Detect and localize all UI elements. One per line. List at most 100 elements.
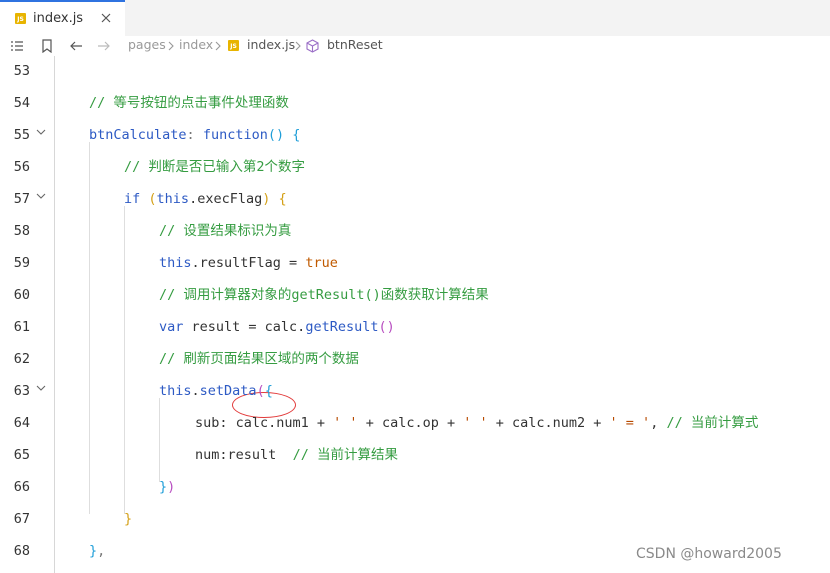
- line-number: 61: [13, 319, 30, 335]
- code-line: this.resultFlag = true: [159, 254, 338, 272]
- code-comment: // 判断是否已输入第2个数字: [124, 159, 306, 175]
- code-token: setData: [199, 383, 257, 399]
- code-comment: // 调用计算器对象的getResult()函数获取计算结果: [159, 287, 489, 303]
- code-token: getResult: [305, 319, 379, 335]
- code-token: ): [167, 479, 176, 495]
- line-number: 62: [13, 351, 30, 367]
- code-token: ): [275, 127, 285, 143]
- code-token: sub: calc.num1 +: [195, 415, 334, 431]
- breadcrumb-item-symbol[interactable]: btnReset: [327, 37, 383, 53]
- code-token: + calc.num2 +: [487, 415, 610, 431]
- indent-guide: [124, 206, 125, 514]
- code-comment: // 设置结果标识为真: [159, 223, 292, 239]
- code-token: this: [156, 191, 190, 207]
- code-token: }: [89, 543, 98, 559]
- symbol-cube-icon: [306, 39, 319, 53]
- bookmark-icon[interactable]: [39, 36, 55, 56]
- line-number: 59: [13, 255, 30, 271]
- code-token: ,: [97, 543, 106, 559]
- code-line: // 判断是否已输入第2个数字: [124, 158, 305, 176]
- line-number: 67: [13, 511, 30, 527]
- breadcrumb: pages index JS index.js btnReset: [0, 36, 830, 56]
- code-token: var: [159, 319, 184, 335]
- code-token: .resultFlag =: [191, 255, 306, 271]
- code-token: }: [159, 479, 168, 495]
- line-number: 56: [13, 159, 30, 175]
- line-number: 63: [13, 383, 30, 399]
- code-token: function: [202, 127, 268, 143]
- code-comment: // 当前计算结果: [292, 447, 398, 463]
- code-token: result = calc.: [183, 319, 306, 335]
- line-number: 55: [13, 127, 30, 143]
- code-token: result: [227, 447, 277, 463]
- code-token: ,: [650, 415, 667, 431]
- code-token: ' = ': [609, 415, 651, 431]
- code-token: this: [159, 255, 192, 271]
- breadcrumb-item-index[interactable]: index: [179, 37, 213, 53]
- back-arrow-icon[interactable]: [68, 36, 84, 56]
- line-number: 68: [13, 543, 30, 559]
- code-editor[interactable]: 53 54 // 等号按钮的点击事件处理函数 55 btnCalculate: func…: [0, 56, 830, 573]
- code-line: // 等号按钮的点击事件处理函数: [89, 94, 289, 112]
- tab-index-js[interactable]: JS index.js: [0, 0, 125, 36]
- close-icon[interactable]: [99, 10, 113, 26]
- indent-guide: [89, 142, 90, 514]
- code-token: }: [124, 511, 133, 527]
- code-line: // 设置结果标识为真: [159, 222, 291, 240]
- code-token: (: [256, 383, 265, 399]
- code-token: {: [284, 127, 301, 143]
- js-badge-text: JS: [230, 43, 237, 50]
- tab-label: index.js: [33, 11, 84, 26]
- code-line: // 调用计算器对象的getResult()函数获取计算结果: [159, 286, 489, 304]
- code-token: num:: [195, 447, 228, 463]
- code-token: + calc.op +: [357, 415, 464, 431]
- code-line: num:result // 当前计算结果: [195, 446, 398, 464]
- line-number: 57: [13, 191, 30, 207]
- tab-bar: JS index.js: [0, 0, 830, 36]
- indent-guide: [159, 398, 160, 482]
- code-line: btnCalculate: function() {: [89, 126, 300, 144]
- fold-chevron-icon[interactable]: [36, 191, 46, 201]
- code-token: .: [191, 383, 200, 399]
- code-line: this.setData({: [159, 382, 273, 400]
- code-line: var result = calc.getResult(): [159, 318, 395, 336]
- code-token: (: [267, 127, 276, 143]
- forward-arrow-icon[interactable]: [96, 36, 112, 56]
- chevron-right-icon: [295, 41, 301, 51]
- fold-chevron-icon[interactable]: [36, 383, 46, 393]
- code-token: (: [148, 191, 157, 207]
- chevron-right-icon: [168, 41, 174, 51]
- code-token: {: [270, 191, 287, 207]
- fold-chevron-icon[interactable]: [36, 127, 46, 137]
- watermark: CSDN @howard2005: [636, 546, 782, 562]
- code-line: if (this.execFlag) {: [124, 190, 287, 208]
- code-token: :: [186, 127, 203, 143]
- outline-list-icon[interactable]: [9, 36, 25, 56]
- code-token: {: [264, 383, 273, 399]
- code-line: }): [159, 478, 175, 496]
- line-number: 54: [13, 95, 30, 111]
- code-token: btnCalculate: [89, 127, 187, 143]
- code-token: if: [124, 191, 141, 207]
- code-comment: // 等号按钮的点击事件处理函数: [89, 95, 289, 111]
- javascript-file-icon: JS: [228, 40, 239, 51]
- code-line: },: [89, 542, 105, 560]
- code-token: (): [378, 319, 395, 335]
- code-line: // 刷新页面结果区域的两个数据: [159, 350, 359, 368]
- breadcrumb-item-file[interactable]: index.js: [247, 37, 295, 53]
- code-token: this: [159, 383, 192, 399]
- line-number: 65: [13, 447, 30, 463]
- line-number: 60: [13, 287, 30, 303]
- code-line: sub: calc.num1 + ' ' + calc.op + ' ' + c…: [195, 414, 758, 432]
- line-number: 64: [13, 415, 30, 431]
- line-number: 53: [13, 63, 30, 79]
- line-number: 58: [13, 223, 30, 239]
- code-token: .execFlag: [189, 191, 263, 207]
- gutter-divider: [54, 56, 55, 573]
- breadcrumb-item-pages[interactable]: pages: [128, 37, 166, 53]
- line-number: 66: [13, 479, 30, 495]
- code-token: ' ': [333, 415, 358, 431]
- code-comment: // 刷新页面结果区域的两个数据: [159, 351, 359, 367]
- code-line: }: [124, 510, 132, 528]
